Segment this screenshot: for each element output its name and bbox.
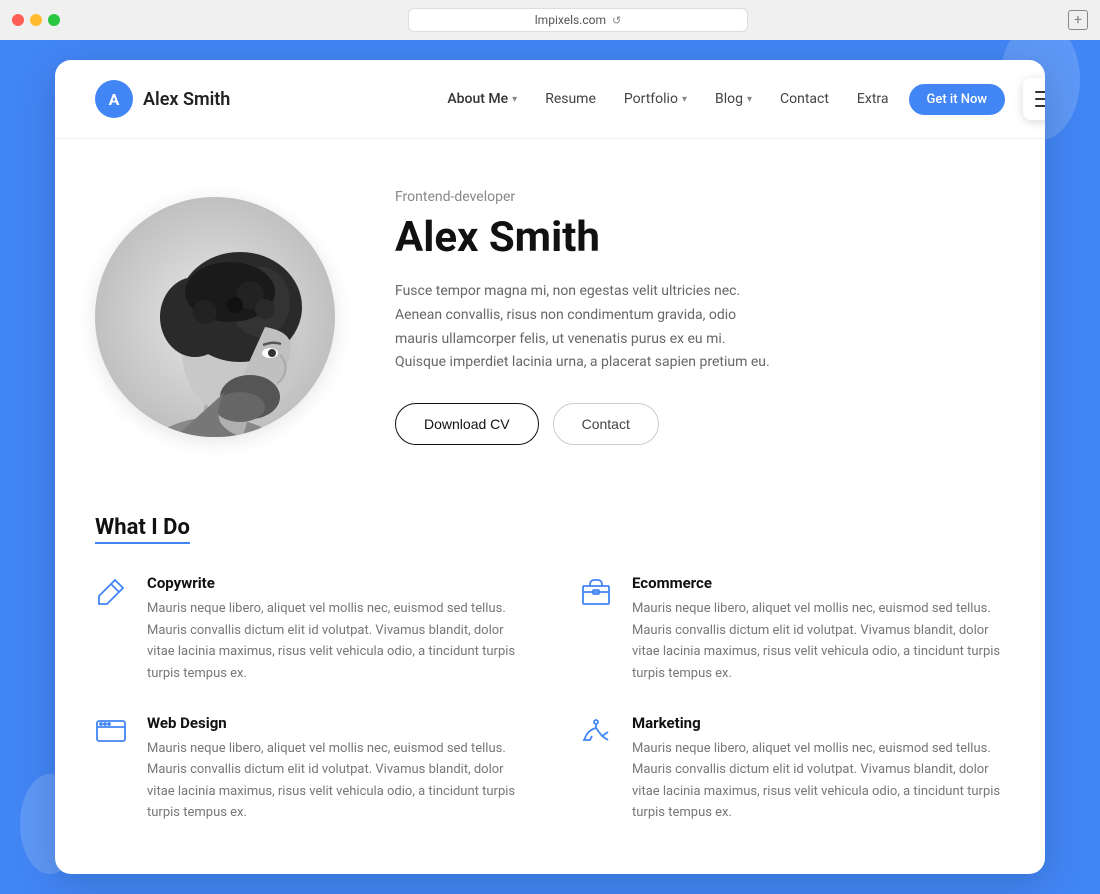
service-ecommerce-desc: Mauris neque libero, aliquet vel mollis …: [632, 598, 1005, 684]
ecommerce-icon: [580, 576, 616, 612]
hamburger-line-2: [1035, 98, 1045, 100]
hero-description: Fusce tempor magna mi, non egestas velit…: [395, 280, 775, 375]
fullscreen-button[interactable]: [48, 14, 60, 26]
chevron-down-icon: ▾: [682, 94, 687, 105]
service-marketing-desc: Mauris neque libero, aliquet vel mollis …: [632, 738, 1005, 824]
hero-content: Frontend-developer Alex Smith Fusce temp…: [395, 189, 1005, 445]
hamburger-line-3: [1035, 105, 1045, 107]
chevron-down-icon: ▾: [512, 94, 517, 105]
address-bar[interactable]: lmpixels.com ↺: [408, 8, 748, 32]
service-webdesign-content: Web Design Mauris neque libero, aliquet …: [147, 714, 520, 824]
service-marketing: Marketing Mauris neque libero, aliquet v…: [580, 714, 1005, 824]
traffic-lights: [12, 14, 60, 26]
brand-avatar: A: [95, 80, 133, 118]
minimize-button[interactable]: [30, 14, 42, 26]
contact-button[interactable]: Contact: [553, 403, 659, 445]
navbar: A Alex Smith About Me ▾ Resume Portfolio…: [55, 60, 1045, 139]
url-text: lmpixels.com: [535, 13, 606, 27]
background: A Alex Smith About Me ▾ Resume Portfolio…: [0, 40, 1100, 894]
hero-portrait-circle: [95, 197, 335, 437]
service-copywrite-content: Copywrite Mauris neque libero, aliquet v…: [147, 574, 520, 684]
service-webdesign: Web Design Mauris neque libero, aliquet …: [95, 714, 520, 824]
chevron-down-icon: ▾: [747, 94, 752, 105]
services-grid: Copywrite Mauris neque libero, aliquet v…: [95, 574, 1005, 824]
service-ecommerce: Ecommerce Mauris neque libero, aliquet v…: [580, 574, 1005, 684]
service-marketing-content: Marketing Mauris neque libero, aliquet v…: [632, 714, 1005, 824]
service-copywrite-desc: Mauris neque libero, aliquet vel mollis …: [147, 598, 520, 684]
nav-links: About Me ▾ Resume Portfolio ▾ Blog ▾ Con…: [447, 91, 888, 107]
nav-portfolio[interactable]: Portfolio ▾: [624, 91, 687, 107]
close-button[interactable]: [12, 14, 24, 26]
hero-subtitle: Frontend-developer: [395, 189, 1005, 205]
nav-contact[interactable]: Contact: [780, 91, 829, 107]
refresh-icon[interactable]: ↺: [612, 14, 621, 27]
service-webdesign-title: Web Design: [147, 714, 520, 732]
brand-name: Alex Smith: [143, 89, 230, 110]
what-i-do-section: What I Do Copywrite Mauris neque libero,…: [55, 495, 1045, 864]
testimonials-section: Testimonials: [55, 864, 1045, 874]
new-tab-button[interactable]: +: [1068, 10, 1088, 30]
nav-blog[interactable]: Blog ▾: [715, 91, 752, 107]
hero-buttons: Download CV Contact: [395, 403, 1005, 445]
get-it-now-button[interactable]: Get it Now: [909, 84, 1006, 115]
hero-image-container: [95, 197, 335, 437]
webdesign-icon: [95, 716, 131, 752]
main-card: A Alex Smith About Me ▾ Resume Portfolio…: [55, 60, 1045, 874]
service-webdesign-desc: Mauris neque libero, aliquet vel mollis …: [147, 738, 520, 824]
nav-extra[interactable]: Extra: [857, 91, 889, 107]
browser-chrome: lmpixels.com ↺ +: [0, 0, 1100, 40]
service-ecommerce-title: Ecommerce: [632, 574, 1005, 592]
nav-about-me[interactable]: About Me ▾: [447, 91, 517, 107]
download-cv-button[interactable]: Download CV: [395, 403, 539, 445]
copywrite-icon: [95, 576, 131, 612]
marketing-icon: [580, 716, 616, 752]
brand-link[interactable]: A Alex Smith: [95, 80, 230, 118]
hamburger-menu[interactable]: [1023, 78, 1045, 120]
service-ecommerce-content: Ecommerce Mauris neque libero, aliquet v…: [632, 574, 1005, 684]
what-i-do-title: What I Do: [95, 515, 190, 540]
nav-resume[interactable]: Resume: [545, 91, 596, 107]
portrait-svg: [95, 197, 335, 437]
service-copywrite: Copywrite Mauris neque libero, aliquet v…: [95, 574, 520, 684]
service-copywrite-title: Copywrite: [147, 574, 520, 592]
hero-section: Frontend-developer Alex Smith Fusce temp…: [55, 139, 1045, 495]
service-marketing-title: Marketing: [632, 714, 1005, 732]
hero-name: Alex Smith: [395, 213, 1005, 262]
hamburger-line-1: [1035, 91, 1045, 93]
